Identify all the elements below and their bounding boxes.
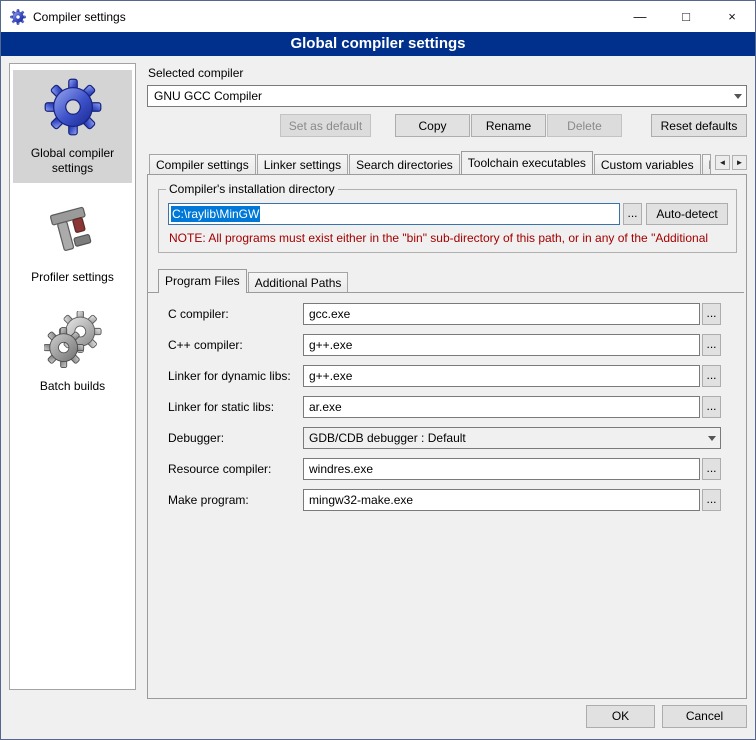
app-gear-icon	[10, 9, 26, 25]
installation-directory-value: C:\raylib\MinGW	[171, 206, 260, 222]
debugger-label: Debugger:	[168, 431, 303, 445]
installation-directory-label: Compiler's installation directory	[166, 182, 338, 196]
tabs-scroll-right-button[interactable]: ►	[732, 155, 747, 170]
installation-directory-row: C:\raylib\MinGW ... Auto-detect	[168, 203, 728, 225]
settings-category-list: Global compiler settings Profiler settin…	[9, 63, 136, 690]
make-program-value: mingw32-make.exe	[309, 493, 413, 507]
page-title: Global compiler settings	[1, 32, 755, 56]
linker-dynamic-input[interactable]: g++.exe	[303, 365, 700, 387]
tab-compiler-settings[interactable]: Compiler settings	[149, 154, 256, 174]
debugger-value: GDB/CDB debugger : Default	[309, 431, 466, 445]
cancel-button[interactable]: Cancel	[662, 705, 747, 728]
gray-gears-icon	[44, 311, 102, 369]
c-compiler-value: gcc.exe	[309, 307, 350, 321]
linker-dynamic-row: Linker for dynamic libs: g++.exe ...	[168, 365, 721, 387]
resource-compiler-value: windres.exe	[309, 462, 373, 476]
installation-directory-browse-button[interactable]: ...	[623, 203, 642, 225]
compiler-actions: Set as default Copy Rename Delete Reset …	[147, 114, 747, 137]
cpp-compiler-browse-button[interactable]: ...	[702, 334, 721, 356]
cpp-compiler-input[interactable]: g++.exe	[303, 334, 700, 356]
close-button[interactable]: ×	[709, 1, 755, 32]
c-compiler-browse-button[interactable]: ...	[702, 303, 721, 325]
linker-dynamic-label: Linker for dynamic libs:	[168, 369, 303, 383]
compiler-settings-window: Compiler settings — □ × Global compiler …	[0, 0, 756, 740]
make-program-browse-button[interactable]: ...	[702, 489, 721, 511]
installation-directory-group: Compiler's installation directory C:\ray…	[158, 189, 737, 253]
dialog-footer: OK Cancel	[1, 699, 755, 739]
delete-button[interactable]: Delete	[547, 114, 622, 137]
tab-scroll-buttons: ◄ ►	[713, 155, 747, 170]
sidebar-item-label: Batch builds	[40, 379, 105, 394]
make-program-label: Make program:	[168, 493, 303, 507]
blue-gear-icon	[44, 78, 102, 136]
installation-note: NOTE: All programs must exist either in …	[169, 231, 728, 245]
cpp-compiler-label: C++ compiler:	[168, 338, 303, 352]
linker-dynamic-browse-button[interactable]: ...	[702, 365, 721, 387]
make-program-row: Make program: mingw32-make.exe ...	[168, 489, 721, 511]
tabs-scroll-left-button[interactable]: ◄	[715, 155, 730, 170]
resource-compiler-row: Resource compiler: windres.exe ...	[168, 458, 721, 480]
linker-static-label: Linker for static libs:	[168, 400, 303, 414]
dropdown-arrow-icon	[729, 86, 746, 106]
sidebar-item-label: Global compiler settings	[15, 146, 130, 176]
linker-static-row: Linker for static libs: ar.exe ...	[168, 396, 721, 418]
sidebar-item-global-compiler-settings[interactable]: Global compiler settings	[13, 70, 132, 183]
programs-tabstrip: Program Files Additional Paths	[158, 268, 736, 292]
selected-compiler-select[interactable]: GNU GCC Compiler	[147, 85, 747, 107]
settings-tabstrip: Compiler settings Linker settings Search…	[147, 150, 747, 174]
set-as-default-button[interactable]: Set as default	[280, 114, 371, 137]
maximize-button[interactable]: □	[663, 1, 709, 32]
profiler-tool-icon	[44, 202, 102, 260]
dropdown-arrow-icon	[703, 428, 720, 448]
tab-program-files[interactable]: Program Files	[158, 269, 247, 293]
linker-static-value: ar.exe	[309, 400, 342, 414]
main-panel: Selected compiler GNU GCC Compiler Set a…	[147, 63, 747, 699]
tab-search-directories[interactable]: Search directories	[349, 154, 460, 174]
toolchain-executables-page: Compiler's installation directory C:\ray…	[147, 174, 747, 699]
tab-toolchain-executables[interactable]: Toolchain executables	[461, 151, 593, 174]
installation-directory-input[interactable]: C:\raylib\MinGW	[168, 203, 620, 225]
debugger-row: Debugger: GDB/CDB debugger : Default	[168, 427, 721, 449]
program-files-page: C compiler: gcc.exe ... C++ compiler: g+…	[148, 292, 744, 511]
rename-button[interactable]: Rename	[471, 114, 546, 137]
sidebar-item-label: Profiler settings	[31, 270, 114, 285]
minimize-button[interactable]: —	[617, 1, 663, 32]
selected-compiler-value: GNU GCC Compiler	[154, 89, 262, 103]
resource-compiler-input[interactable]: windres.exe	[303, 458, 700, 480]
window-title: Compiler settings	[33, 10, 126, 24]
debugger-select[interactable]: GDB/CDB debugger : Default	[303, 427, 721, 449]
sidebar-item-profiler-settings[interactable]: Profiler settings	[13, 194, 132, 292]
tab-custom-variables[interactable]: Custom variables	[594, 154, 701, 174]
dialog-body: Global compiler settings Profiler settin…	[1, 56, 755, 699]
tab-linker-settings[interactable]: Linker settings	[257, 154, 348, 174]
c-compiler-input[interactable]: gcc.exe	[303, 303, 700, 325]
linker-static-input[interactable]: ar.exe	[303, 396, 700, 418]
sidebar-item-batch-builds[interactable]: Batch builds	[13, 303, 132, 401]
resource-compiler-label: Resource compiler:	[168, 462, 303, 476]
ok-button[interactable]: OK	[586, 705, 655, 728]
auto-detect-button[interactable]: Auto-detect	[646, 203, 728, 225]
resource-compiler-browse-button[interactable]: ...	[702, 458, 721, 480]
make-program-input[interactable]: mingw32-make.exe	[303, 489, 700, 511]
tab-build-options[interactable]: Buil	[702, 154, 711, 174]
tab-additional-paths[interactable]: Additional Paths	[248, 272, 349, 292]
selected-compiler-label: Selected compiler	[148, 66, 747, 80]
c-compiler-label: C compiler:	[168, 307, 303, 321]
c-compiler-row: C compiler: gcc.exe ...	[168, 303, 721, 325]
linker-dynamic-value: g++.exe	[309, 369, 352, 383]
linker-static-browse-button[interactable]: ...	[702, 396, 721, 418]
window-controls: — □ ×	[617, 1, 755, 32]
copy-button[interactable]: Copy	[395, 114, 470, 137]
titlebar: Compiler settings — □ ×	[1, 1, 755, 32]
reset-defaults-button[interactable]: Reset defaults	[651, 114, 747, 137]
cpp-compiler-row: C++ compiler: g++.exe ...	[168, 334, 721, 356]
cpp-compiler-value: g++.exe	[309, 338, 352, 352]
